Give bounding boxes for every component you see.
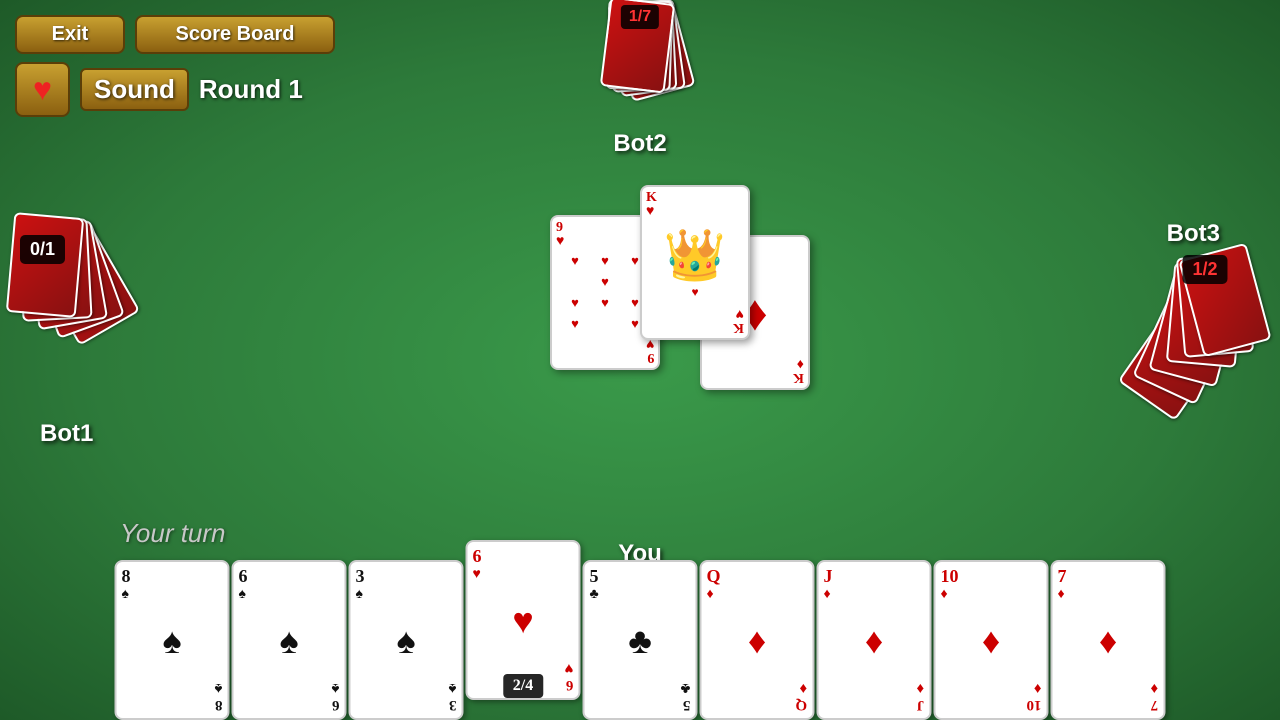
- bot3-card-badge: 1/2: [1182, 255, 1227, 284]
- player-hand: 8♠ ♠ 8♠ 6♠ ♠ 6♠ 3♠ ♠ 3♠ 6♥ ♥ 6♥ 2/4 5♣ ♣…: [115, 560, 1166, 720]
- center-play-area: 9 ♥ ♥♥♥ ♥ ♥♥♥ ♥♥ 9 ♥ K ♥ 👑 ♥ K ♥: [480, 175, 800, 385]
- you-play-count: 2/4: [513, 677, 533, 694]
- bot1-card-count: 0/1: [30, 239, 55, 259]
- hand-card-3-spades[interactable]: 3♠ ♠ 3♠: [349, 560, 464, 720]
- exit-button[interactable]: Exit: [15, 15, 125, 54]
- bot2-card-count: 1/7: [629, 8, 651, 25]
- play-count-badge: 2/4: [503, 674, 543, 698]
- bot2-name-label: Bot2: [613, 130, 666, 158]
- bot1-name-label: Bot1: [40, 420, 93, 448]
- bot3-card-count: 1/2: [1192, 259, 1217, 279]
- played-card-k-hearts: K ♥ 👑 ♥ K ♥: [640, 185, 750, 340]
- hand-card-5-clubs[interactable]: 5♣ ♣ 5♣: [583, 560, 698, 720]
- hand-card-10-diamonds[interactable]: 10♦ ♦ 10♦: [934, 560, 1049, 720]
- hand-card-j-diamonds[interactable]: J♦ ♦ J♦: [817, 560, 932, 720]
- hand-card-q-diamonds[interactable]: Q♦ ♦ Q♦: [700, 560, 815, 720]
- hand-card-7-diamonds[interactable]: 7♦ ♦ 7♦: [1051, 560, 1166, 720]
- bot1-card-badge: 0/1: [20, 235, 65, 264]
- bot3-stack: 1/2: [1130, 250, 1280, 420]
- bot2-stack: 1/7: [595, 0, 685, 110]
- hand-card-8-spades[interactable]: 8♠ ♠ 8♠: [115, 560, 230, 720]
- hand-card-6-hearts[interactable]: 6♥ ♥ 6♥ 2/4: [466, 540, 581, 700]
- scoreboard-button[interactable]: Score Board: [135, 15, 335, 54]
- your-turn-text: Your turn: [120, 518, 226, 549]
- heart-icon: ♥: [33, 71, 52, 108]
- top-left-controls: Exit Score Board ♥ Sound Round 1: [15, 15, 335, 117]
- hand-card-6-spades[interactable]: 6♠ ♠ 6♠: [232, 560, 347, 720]
- sound-toggle-button[interactable]: ♥: [15, 62, 70, 117]
- bot2-card-badge: 1/7: [621, 5, 659, 29]
- round-label: Round 1: [199, 74, 303, 105]
- sound-label[interactable]: Sound: [80, 68, 189, 111]
- bot1-stack: 0/1: [0, 215, 130, 345]
- bot3-name-label: Bot3: [1167, 220, 1220, 248]
